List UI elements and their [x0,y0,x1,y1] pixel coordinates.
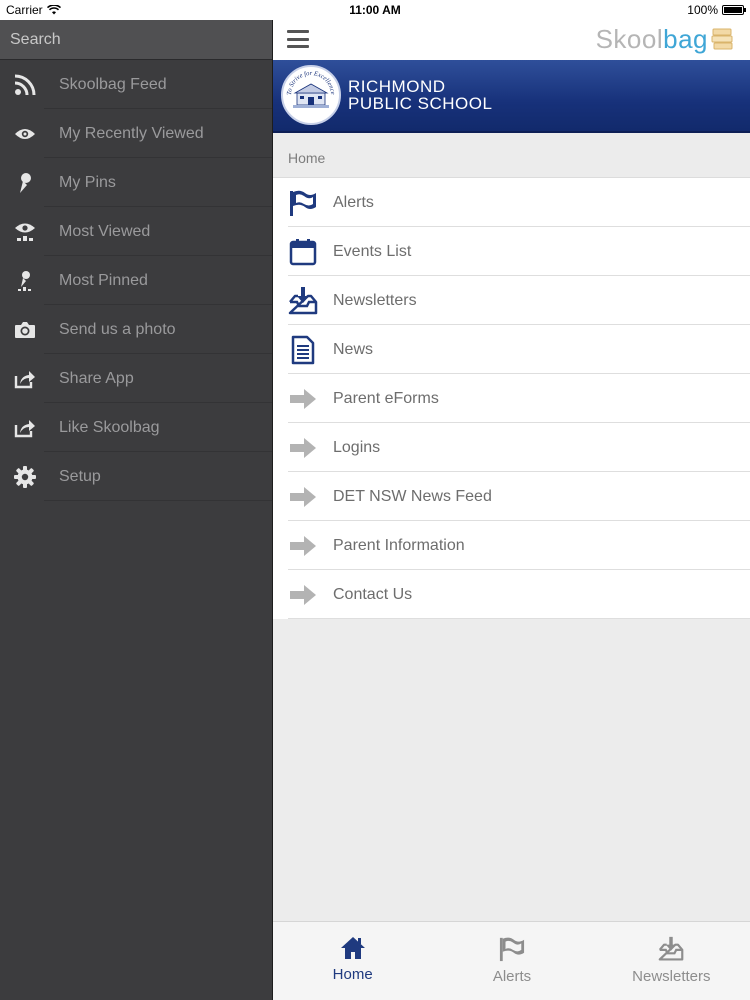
share-icon [14,370,35,388]
search-input[interactable]: Search [0,20,272,60]
hamburger-line [287,37,309,41]
breadcrumb: Home [273,133,750,178]
battery-percent: 100% [687,3,718,17]
menu-item-newsletters[interactable]: Newsletters [273,276,750,325]
tab-label: Alerts [492,968,532,985]
school-crest-icon: To Strive for Excellence [286,70,336,108]
menu-item-logins[interactable]: Logins [273,423,750,472]
sidebar-item-label: Most Pinned [59,271,148,289]
battery: 100% [687,3,746,17]
sidebar-item-share-app[interactable]: Share App [0,354,272,403]
sidebar-item-label: My Recently Viewed [59,124,204,142]
school-name-line-1: RICHMOND [348,77,446,96]
menu-item-label: Alerts [333,193,374,211]
sidebar-item-label: Setup [59,467,101,485]
pin-icon [20,172,31,193]
menu-item-label: Events List [333,242,412,260]
hamburger-line [287,30,309,33]
school-banner: To Strive for Excellence RICHMOND PUBLIC… [273,60,750,133]
sidebar-item-like-skoolbag[interactable]: Like Skoolbag [0,403,272,452]
sidebar-item-most-pinned[interactable]: Most Pinned [0,256,272,305]
sidebar-item-label: My Pins [59,173,116,191]
school-logo: To Strive for Excellence [281,65,341,125]
battery-fill [724,7,742,13]
menu-item-label: Contact Us [333,585,413,603]
menu-item-alerts[interactable]: Alerts [273,178,750,227]
sidebar-item-label: Send us a photo [59,320,176,338]
sidebar-item-skoolbag-feed[interactable]: Skoolbag Feed [0,60,272,109]
menu-item-det-nsw-news-feed[interactable]: DET NSW News Feed [273,472,750,521]
hamburger-line [287,45,309,48]
tab-home[interactable]: Home [273,922,432,1000]
pin-stats-icon [18,270,31,291]
sidebar-item-setup[interactable]: Setup [0,452,272,501]
tab-label: Newsletters [632,968,711,985]
sidebar-item-recently-viewed[interactable]: My Recently Viewed [0,109,272,158]
menu-item-label: Newsletters [333,291,417,309]
menu-item-label: Parent Information [333,536,465,554]
battery-icon [722,5,746,15]
books-icon [711,28,733,50]
clock: 11:00 AM [349,3,401,17]
menu-item-contact-us[interactable]: Contact Us [273,570,750,619]
menu-item-label: Parent eForms [333,389,439,407]
gear-icon [14,465,36,488]
school-name-line-2: PUBLIC SCHOOL [348,94,493,113]
flag-icon [499,937,525,962]
content-menu: Alerts Events List Newsletters News Pare… [273,178,750,619]
arrow-right-icon [290,486,316,507]
arrow-right-icon [290,437,316,458]
flag-icon [290,190,316,216]
tab-newsletters[interactable]: Newsletters [592,922,750,1000]
sidebar-item-my-pins[interactable]: My Pins [0,158,272,207]
arrow-right-icon [290,388,316,409]
eye-icon [15,128,35,139]
tab-alerts[interactable]: Alerts [432,922,591,1000]
menu-item-label: News [333,340,374,358]
inbox-download-icon [658,936,684,961]
eye-stats-icon [15,223,35,241]
brand-part-1: Skool [595,24,664,54]
menu-item-parent-eforms[interactable]: Parent eForms [273,374,750,423]
sidebar-item-most-viewed[interactable]: Most Viewed [0,207,272,256]
camera-icon [15,321,35,338]
inbox-download-icon [288,286,318,314]
arrow-right-icon [290,535,316,556]
menu-button[interactable] [287,28,309,50]
sidebar-item-label: Like Skoolbag [59,418,160,436]
sidebar-item-label: Most Viewed [59,222,151,240]
rss-icon [14,74,36,95]
tab-bar: Home Alerts Newsletters [273,921,750,1000]
sidebar: Search Skoolbag Feed My Recently Viewed … [0,20,272,1000]
menu-item-parent-information[interactable]: Parent Information [273,521,750,570]
brand-logo: Skoolbag [596,24,708,55]
tab-label: Home [332,966,373,983]
status-bar: Carrier 11:00 AM 100% [0,0,750,20]
sidebar-item-label: Share App [59,369,134,387]
share-icon [14,419,35,437]
arrow-right-icon [290,584,316,605]
school-name: RICHMOND PUBLIC SCHOOL [348,78,492,112]
menu-item-label: DET NSW News Feed [333,487,492,505]
sidebar-list: Skoolbag Feed My Recently Viewed My Pins [0,60,272,501]
nav-bar: Skoolbag [273,20,750,60]
menu-item-news[interactable]: News [273,325,750,374]
main-panel: Skoolbag To Strive for Excellence RICHMO… [272,20,750,1000]
calendar-icon [289,238,317,265]
menu-item-events-list[interactable]: Events List [273,227,750,276]
sidebar-item-label: Skoolbag Feed [59,75,167,93]
sidebar-item-send-photo[interactable]: Send us a photo [0,305,272,354]
home-icon [340,937,365,959]
document-icon [291,335,315,364]
menu-item-label: Logins [333,438,381,456]
brand-part-2: bag [663,24,708,54]
